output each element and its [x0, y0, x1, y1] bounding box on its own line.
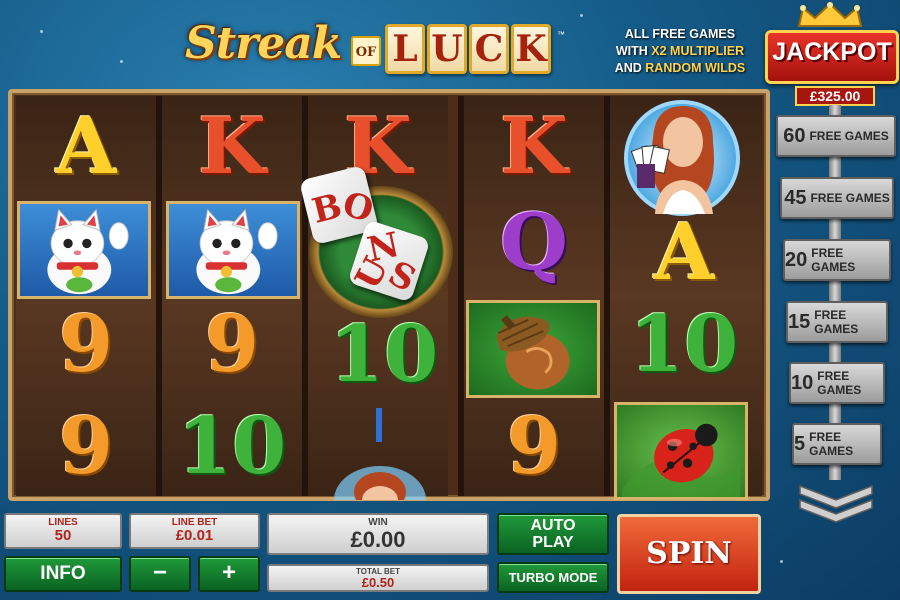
- info-button[interactable]: INFO: [4, 556, 122, 592]
- symbol-10: 10: [177, 401, 287, 492]
- free-games-label: FREE GAMES: [810, 191, 890, 205]
- symbol-10: 10: [629, 299, 739, 390]
- promo-line-3: AND RANDOM WILDS: [590, 60, 770, 77]
- free-games-sign-60: 60 FREE GAMES: [776, 115, 896, 157]
- ladybug-icon: [614, 402, 748, 500]
- die-letter: B: [308, 186, 346, 232]
- total-bet-display: TOTAL BET £0.50: [267, 564, 489, 592]
- promo-text: ALL FREE GAMES WITH X2 MULTIPLIER AND RA…: [590, 26, 770, 77]
- symbol-k: K: [198, 101, 266, 192]
- promo-line-1: ALL FREE GAMES: [624, 27, 736, 41]
- increase-bet-button[interactable]: +: [198, 556, 260, 592]
- symbol-9: 9: [204, 299, 260, 390]
- free-games-sign-5: 5 FREE GAMES: [792, 423, 882, 465]
- logo-luck-letter: L: [385, 24, 425, 74]
- free-games-sign-10: 10 FREE GAMES: [789, 362, 885, 404]
- promo-prefix: AND: [614, 61, 646, 75]
- free-games-count: 20: [785, 248, 808, 271]
- symbol-9: 9: [58, 299, 114, 390]
- total-bet-value: £0.50: [361, 575, 395, 590]
- logo-luck-letter: U: [427, 24, 467, 74]
- crown-icon: [797, 2, 863, 27]
- free-games-count: 5: [794, 432, 806, 455]
- win-display: WIN £0.00: [267, 513, 489, 555]
- symbol-10: 10: [329, 309, 439, 400]
- free-games-sign-45: 45 FREE GAMES: [780, 177, 894, 219]
- lines-value: 50: [54, 527, 72, 544]
- line-bet-display: LINE BET £0.01: [129, 513, 260, 549]
- symbol-9: 9: [506, 401, 562, 492]
- promo-multiplier: X2 MULTIPLIER: [651, 44, 745, 58]
- sparkle: [780, 560, 783, 563]
- symbol-9: 9: [58, 401, 114, 492]
- jackpot-amount: £325.00: [795, 86, 875, 106]
- acorn-icon: [466, 300, 600, 398]
- free-games-label: FREE GAMES: [809, 129, 889, 143]
- spin-button[interactable]: SPIN: [617, 514, 761, 594]
- wild-woman-icon: [624, 100, 740, 216]
- symbol-k: K: [500, 101, 568, 192]
- free-games-count: 15: [788, 310, 811, 333]
- auto-play-button[interactable]: AUTO PLAY: [497, 513, 609, 555]
- free-games-label: FREE GAMES: [817, 369, 862, 397]
- sparkle: [40, 30, 43, 33]
- free-games-label: FREE GAMES: [814, 308, 859, 336]
- auto-play-label-line1: AUTO: [530, 517, 576, 534]
- free-games-sign-15: 15 FREE GAMES: [786, 301, 888, 343]
- free-games-label: FREE GAMES: [809, 430, 854, 458]
- symbol-a: A: [653, 207, 715, 298]
- jackpot-title: JACKPOT: [772, 38, 892, 66]
- logo-of-text: OF: [351, 36, 381, 66]
- wild-woman-partial-icon: [334, 408, 426, 500]
- chevron-down-icon: [799, 484, 873, 523]
- free-games-count: 60: [783, 124, 806, 147]
- promo-random-wilds: RANDOM WILDS: [645, 61, 746, 75]
- logo-streak-text: Streak: [185, 18, 342, 69]
- game-logo: Streak OF L U C K ™: [185, 14, 575, 86]
- logo-luck-tiles: L U C K: [385, 24, 551, 74]
- jackpot-panel: JACKPOT £325.00: [765, 2, 899, 106]
- trademark-symbol: ™: [557, 30, 565, 39]
- free-games-sign-20: 20 FREE GAMES: [783, 239, 891, 281]
- auto-play-label-line2: PLAY: [532, 534, 574, 551]
- lines-display: LINES 50: [4, 513, 122, 549]
- lucky-cat-icon: [17, 201, 151, 299]
- symbol-q: Q: [500, 197, 568, 288]
- logo-luck-letter: K: [511, 24, 551, 74]
- promo-prefix: WITH: [615, 44, 652, 58]
- symbol-a: A: [55, 101, 117, 192]
- free-games-count: 10: [791, 371, 814, 394]
- free-games-count: 45: [784, 186, 807, 209]
- decrease-bet-button[interactable]: −: [129, 556, 191, 592]
- line-bet-value: £0.01: [175, 527, 214, 544]
- turbo-mode-button[interactable]: TURBO MODE: [497, 562, 609, 593]
- sparkle: [120, 60, 123, 63]
- logo-luck-letter: C: [469, 24, 509, 74]
- win-value: £0.00: [350, 527, 406, 552]
- promo-line-2: WITH X2 MULTIPLIER: [590, 43, 770, 60]
- lucky-cat-icon: [166, 201, 300, 299]
- free-games-label: FREE GAMES: [811, 246, 856, 274]
- sparkle: [580, 14, 583, 17]
